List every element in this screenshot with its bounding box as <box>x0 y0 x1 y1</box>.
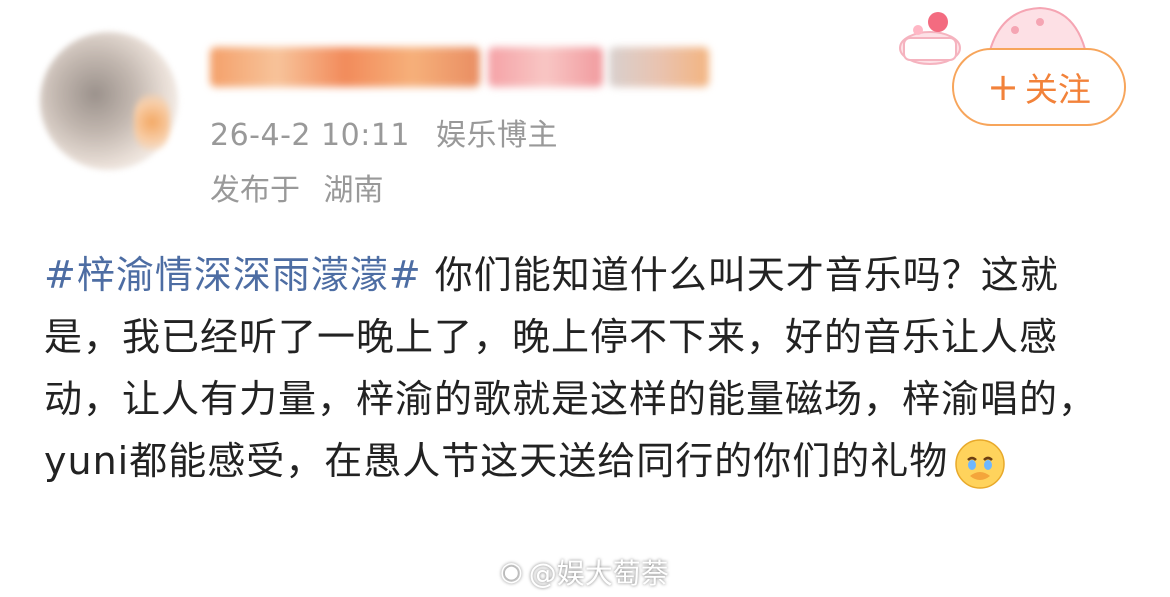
author-tag: 娱乐博主 <box>436 118 559 153</box>
username-blur-3 <box>609 47 709 87</box>
watermark-text: @娱大萄萘 <box>528 557 669 590</box>
weibo-icon: ◉ <box>500 557 523 587</box>
plus-icon: + <box>987 65 1019 109</box>
follow-label: 关注 <box>1024 70 1091 109</box>
location-prefix: 发布于 <box>210 173 300 208</box>
avatar[interactable] <box>40 32 178 170</box>
follow-button[interactable]: + 关注 <box>952 48 1126 126</box>
post-timestamp: 26-4-2 10:11 <box>210 118 410 153</box>
post-content: #梓渝情深深雨濛濛# 你们能知道什么叫天才音乐吗？这就是，我已经听了一晚上了，晚… <box>44 244 1124 492</box>
post-meta: 26-4-2 10:11 娱乐博主 <box>210 110 574 154</box>
crying-face-emoji-icon <box>955 438 1005 489</box>
username-blur-1 <box>210 47 480 87</box>
post-hashtag[interactable]: #梓渝情深深雨濛濛# <box>44 253 422 297</box>
location-name: 湖南 <box>323 173 384 208</box>
watermark: ◉ @娱大萄萘 <box>500 552 669 592</box>
post-location: 发布于 湖南 <box>210 165 384 209</box>
username-blurred[interactable] <box>210 42 710 92</box>
username-blur-2 <box>488 47 603 87</box>
